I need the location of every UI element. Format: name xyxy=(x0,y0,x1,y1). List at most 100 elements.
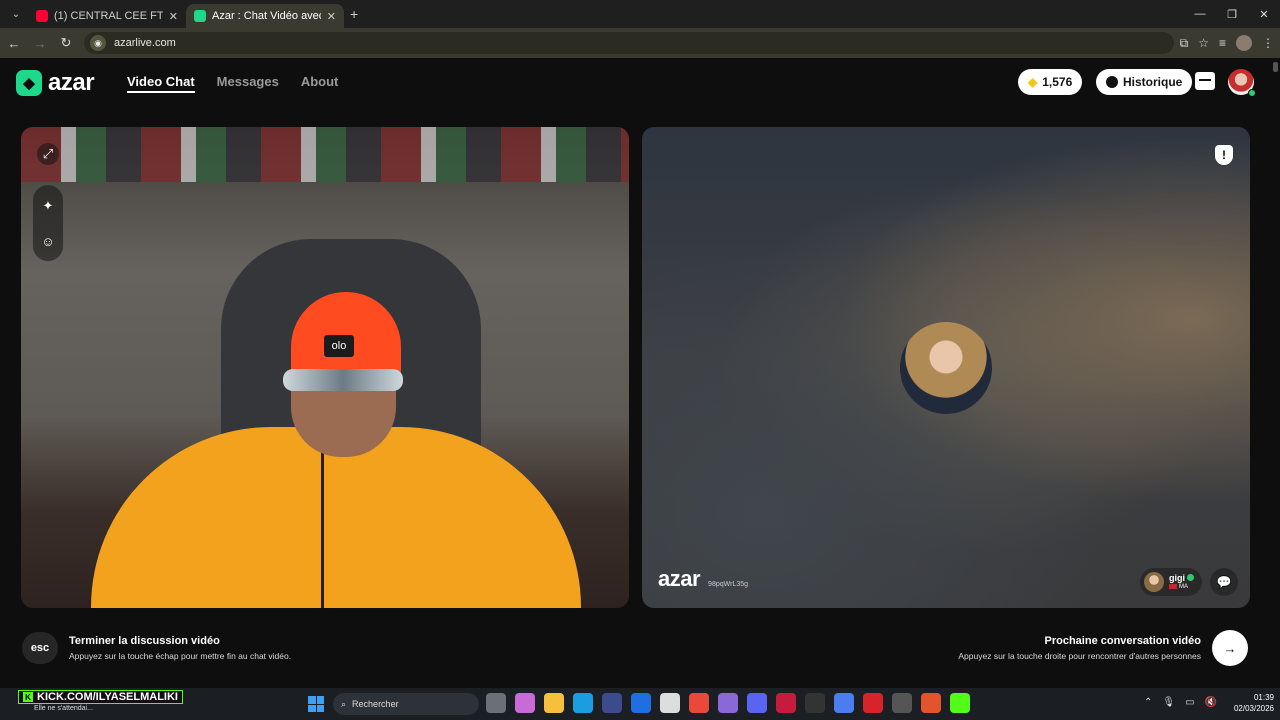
close-window-icon[interactable]: ✕ xyxy=(1248,0,1280,28)
nav-messages[interactable]: Messages xyxy=(217,74,279,93)
new-tab-icon[interactable]: + xyxy=(350,6,358,22)
nav-about[interactable]: About xyxy=(301,74,339,93)
taskbar-clock[interactable]: 01:39 02/03/2026 xyxy=(1234,692,1274,714)
maximize-icon[interactable]: ❐ xyxy=(1216,0,1248,28)
azar-logo[interactable]: ◆ azar xyxy=(16,69,95,97)
microphone-icon[interactable]: 🎙 xyxy=(1162,697,1175,708)
search-placeholder: Rechercher xyxy=(352,699,399,709)
next-chat-button[interactable]: → xyxy=(1212,630,1248,666)
kick-stream-overlay: K KICK.COM/ILYASELMALIKI xyxy=(18,690,183,704)
brave-icon[interactable] xyxy=(921,693,941,713)
nordvpn-icon[interactable] xyxy=(834,693,854,713)
history-button[interactable]: Historique xyxy=(1096,69,1193,95)
app-red-icon[interactable] xyxy=(863,693,883,713)
store-icon[interactable] xyxy=(1195,72,1215,90)
history-label: Historique xyxy=(1123,75,1183,89)
copilot-icon[interactable] xyxy=(515,693,535,713)
bookmark-star-icon[interactable]: ☆ xyxy=(1198,36,1209,50)
close-tab-icon[interactable]: ✕ xyxy=(327,10,336,23)
sunglasses xyxy=(283,369,403,391)
app-header: ◆ azar Video Chat Messages About ◆ 1,576… xyxy=(0,58,1280,108)
peer-name: gigi xyxy=(1169,572,1185,583)
tray-expand-icon[interactable]: ⌃ xyxy=(1144,697,1152,708)
clock-date: 02/03/2026 xyxy=(1233,704,1274,713)
forward-icon[interactable]: → xyxy=(28,31,52,55)
session-id: 98pqWrL35g xyxy=(708,581,749,588)
taskbar-search[interactable]: ⌕ Rechercher xyxy=(333,693,479,715)
azar-favicon-icon xyxy=(194,10,206,22)
system-tray: ⌃ 🎙 ▭ 🔇 xyxy=(1144,697,1217,708)
verified-icon xyxy=(1187,573,1194,581)
back-icon[interactable]: ← xyxy=(2,31,26,55)
obs-icon[interactable] xyxy=(805,693,825,713)
magic-wand-icon[interactable]: ✦ xyxy=(37,195,59,217)
online-status-dot xyxy=(1248,89,1256,97)
clock-icon xyxy=(1106,76,1118,88)
tab-title: (1) CENTRAL CEE FT. LIL BABY - xyxy=(54,10,163,22)
adobe-icon[interactable] xyxy=(776,693,796,713)
scrollbar[interactable] xyxy=(1273,62,1278,72)
minimize-icon[interactable]: — xyxy=(1184,0,1216,28)
logo-text: azar xyxy=(48,69,95,96)
weather-widget-text[interactable]: Elle ne s'attendai... xyxy=(34,705,93,712)
app-green-icon[interactable] xyxy=(950,693,970,713)
youtube-icon xyxy=(36,10,48,22)
end-chat-button[interactable]: esc xyxy=(22,632,58,664)
windows-start-icon[interactable] xyxy=(308,696,324,712)
peer-profile-chip[interactable]: gigi MA xyxy=(1140,568,1202,596)
task-view-icon[interactable] xyxy=(486,693,506,713)
morocco-flag-icon xyxy=(1169,584,1177,589)
report-shield-icon[interactable]: ! xyxy=(1215,145,1233,165)
browser-toolbar: ← → ↻ ◉ azarlive.com ⧉ ☆ ≡ ⋮ xyxy=(0,28,1280,58)
capture-icon[interactable] xyxy=(660,693,680,713)
watermark-logo: azar xyxy=(658,566,701,591)
background-jerseys xyxy=(21,127,629,182)
peer-avatar xyxy=(900,322,992,414)
close-tab-icon[interactable]: ✕ xyxy=(169,10,178,23)
peer-country: MA xyxy=(1179,583,1188,590)
expand-icon[interactable]: ⤢ xyxy=(37,143,59,165)
url-text: azarlive.com xyxy=(114,37,176,49)
chrome-icon[interactable] xyxy=(689,693,709,713)
chat-bubble-icon[interactable]: 💬 xyxy=(1210,568,1238,596)
menu-dots-icon[interactable]: ⋮ xyxy=(1262,36,1274,50)
kick-overlay-text: KICK.COM/ILYASELMALIKI xyxy=(37,691,178,703)
discord-icon[interactable] xyxy=(747,693,767,713)
display-icon[interactable]: ▭ xyxy=(1185,697,1194,708)
outlook-icon[interactable] xyxy=(631,693,651,713)
mute-icon[interactable]: 🔇 xyxy=(1205,697,1217,708)
clock-time: 01:39 xyxy=(1253,693,1274,702)
tab-azar[interactable]: Azar : Chat Vidéo avec de n ✕ xyxy=(186,4,344,28)
tab-list-icon[interactable]: ≡ xyxy=(1219,36,1226,50)
azar-logo-icon: ◆ xyxy=(16,70,42,96)
file-explorer-icon[interactable] xyxy=(544,693,564,713)
end-chat-title: Terminer la discussion vidéo xyxy=(69,635,220,647)
peer-mini-avatar xyxy=(1144,572,1164,592)
store-app-icon[interactable] xyxy=(602,693,622,713)
browser-profile-avatar[interactable] xyxy=(1236,35,1252,51)
site-info-icon[interactable]: ◉ xyxy=(90,35,106,51)
next-chat-subtitle: Appuyez sur la touche droite pour rencon… xyxy=(958,651,1201,661)
tab-search-icon[interactable]: ⌄ xyxy=(4,4,28,24)
next-chat-title: Prochaine conversation vidéo xyxy=(1044,635,1202,647)
edge-icon[interactable] xyxy=(573,693,593,713)
main-nav: Video Chat Messages About xyxy=(127,74,338,93)
remote-video: ! azar 98pqWrL35g gigi MA 💬 xyxy=(642,127,1250,608)
gem-icon: ◆ xyxy=(1028,75,1038,89)
end-chat-subtitle: Appuyez sur la touche échap pour mettre … xyxy=(69,651,292,661)
peer-country-row: MA xyxy=(1169,583,1194,591)
game-icon[interactable] xyxy=(718,693,738,713)
user-avatar[interactable] xyxy=(1228,69,1256,97)
search-icon: ⌕ xyxy=(341,698,347,709)
tab-youtube[interactable]: (1) CENTRAL CEE FT. LIL BABY - ✕ xyxy=(28,4,186,28)
nav-video-chat[interactable]: Video Chat xyxy=(127,74,195,93)
app-gray-icon[interactable] xyxy=(892,693,912,713)
reload-icon[interactable]: ↻ xyxy=(54,31,78,55)
azar-watermark: azar 98pqWrL35g xyxy=(658,566,748,592)
cast-icon[interactable]: ⧉ xyxy=(1180,36,1189,51)
face-filter-icon[interactable]: ☺ xyxy=(37,230,59,252)
address-bar[interactable]: ◉ azarlive.com xyxy=(84,32,1174,54)
window-controls: — ❐ ✕ xyxy=(1184,0,1280,28)
local-video: olo ⤢ ✦ ☺ xyxy=(21,127,629,608)
gems-balance-button[interactable]: ◆ 1,576 xyxy=(1018,69,1083,95)
